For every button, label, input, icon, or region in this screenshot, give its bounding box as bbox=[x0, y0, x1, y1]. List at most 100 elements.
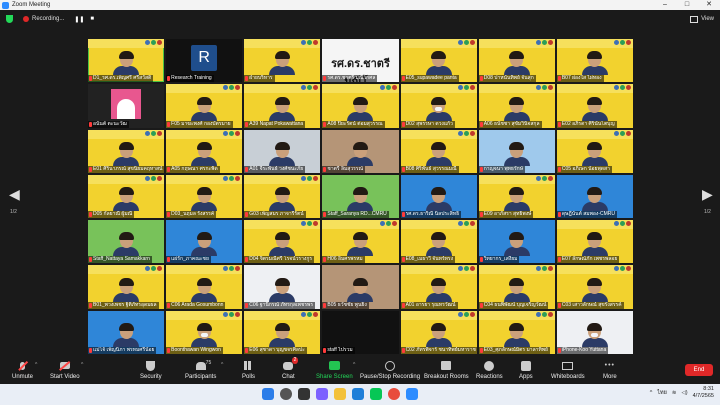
participant-tile[interactable]: staff ไปรวม bbox=[322, 310, 399, 354]
apps-button[interactable]: Apps bbox=[519, 360, 533, 380]
participant-name: A39 Napat Pokawattana bbox=[249, 120, 304, 127]
participant-tile[interactable]: D05 กัลยาณี ผู้มณี bbox=[88, 174, 165, 219]
language-indicator[interactable]: ไทย bbox=[657, 389, 667, 397]
next-page-arrow-icon[interactable]: ▶ bbox=[702, 186, 713, 203]
participant-tile[interactable]: B01_พวงเพชร ฐิติภัทรอุดมผล bbox=[88, 265, 165, 309]
participant-tile[interactable]: C04 ธนพิพัฒน์ บุญเจริญวัฒน์ bbox=[478, 265, 555, 309]
participant-tile[interactable]: D1_รศ.ดร.เพ็ญศรี ศรีสวัสดิ์ bbox=[88, 39, 165, 83]
teams-icon[interactable] bbox=[316, 388, 328, 400]
whiteboards-button[interactable]: Whiteboards bbox=[551, 360, 585, 380]
clock[interactable]: 8:31 4/7/2565 bbox=[693, 386, 714, 400]
security-button[interactable]: Security bbox=[140, 360, 162, 380]
participant-tile[interactable]: H06 อิ่มศรพรหม bbox=[322, 220, 399, 264]
video-options-caret-icon[interactable]: ^ bbox=[81, 362, 83, 368]
participant-tile[interactable]: C05 อภิเษก น้อยพุดสา bbox=[556, 129, 633, 173]
line-app-icon[interactable] bbox=[370, 388, 382, 400]
participant-tile[interactable]: แม่โจ้ เพ็ญนิภา พรหมศรีน้อย bbox=[88, 310, 165, 354]
participant-tile[interactable]: E06 สุชาดา บุญขจรศิลปะ bbox=[244, 310, 321, 354]
file-explorer-icon[interactable] bbox=[334, 388, 346, 400]
participant-tile[interactable]: B05 ธวัชชัย พูนยิ่ง bbox=[322, 265, 399, 309]
more-button[interactable]: More bbox=[603, 360, 617, 380]
share-screen-button[interactable]: Share Screen bbox=[316, 360, 353, 380]
participant-tile[interactable]: อนันต์ ตะนะวัฒ bbox=[88, 84, 165, 128]
participant-tile[interactable]: E09 อาภัสรา สุทธิพงษ์ bbox=[478, 174, 555, 219]
participant-name: Staff_Saranya RD...CMRU bbox=[327, 211, 387, 218]
participant-tile[interactable]: E08_เมธาวี จันทร์ทรง bbox=[400, 220, 477, 264]
participant-name: E08_เมธาวี จันทร์ทรง bbox=[405, 256, 454, 263]
participant-tile[interactable]: A06 ธนัชชา สุขัมวินิจสกุล bbox=[478, 84, 555, 128]
share-options-caret-icon[interactable]: ^ bbox=[353, 362, 355, 368]
participant-tile[interactable]: E03_ศุภลักษณ์มิตร มาลาทิพย์ bbox=[478, 310, 555, 354]
chrome-browser-icon[interactable] bbox=[388, 388, 400, 400]
participant-tile[interactable]: A39 Napat Pokawattana bbox=[244, 84, 321, 128]
end-meeting-button[interactable]: End bbox=[685, 364, 713, 376]
tray-chevron-icon[interactable]: ^ bbox=[650, 390, 653, 396]
participant-tile[interactable]: F05 มาฆะพงศ์ กองบัตรมาย bbox=[166, 84, 243, 128]
participant-tile[interactable]: B07 ผ่องใส ไผ่ทอง bbox=[556, 39, 633, 83]
participant-tile[interactable]: รศ.ดร.ธาริณี นิลประสิทธิ์ bbox=[400, 174, 477, 219]
previous-page-arrow-icon[interactable]: ◀ bbox=[9, 186, 20, 203]
start-menu-icon[interactable] bbox=[262, 388, 274, 400]
participant-tile[interactable]: A01 จีระพันธ์ วงศ์ชนะภัย bbox=[244, 129, 321, 173]
stop-recording-button[interactable]: ■ bbox=[90, 16, 94, 23]
volume-icon[interactable]: ◁) bbox=[682, 390, 688, 396]
participant-tile[interactable]: E05_supawadee panta bbox=[400, 39, 477, 83]
encryption-shield-icon[interactable] bbox=[6, 15, 13, 23]
minimize-button[interactable]: – bbox=[654, 0, 676, 10]
participants-button[interactable]: 75 Participants bbox=[185, 360, 216, 380]
reactions-button[interactable]: Reactions bbox=[476, 360, 503, 380]
chat-button[interactable]: 2 Chat bbox=[282, 357, 299, 380]
participant-tile[interactable]: iPhone-Koo Yuttana bbox=[556, 310, 633, 354]
participant-tile[interactable]: C03 เสาวลักษณ์ สุขรังสรรค์ bbox=[556, 265, 633, 309]
participant-tile[interactable]: C06 Arada Gosumbonn bbox=[166, 265, 243, 309]
participant-tile[interactable]: Staff_Nattaya Samakkarn bbox=[88, 220, 165, 264]
participant-name-label: D08 ปาหนันทิพย์ จันสุก bbox=[478, 75, 536, 83]
participant-tile[interactable]: C06 ฐานิกรณ์ ภัทรกุลเพชรพร bbox=[244, 265, 321, 309]
participant-tile[interactable]: D03_นฤมล รังสรรค์ bbox=[166, 174, 243, 219]
participants-options-caret-icon[interactable]: ^ bbox=[221, 362, 223, 368]
participant-tile[interactable]: E01 ศิรินาภรณ์ สุขนิยมคฤหาสน์ bbox=[88, 129, 165, 173]
participant-tile[interactable]: ดุษฎีนันต์ สมพอง-CMRU bbox=[556, 174, 633, 219]
start-video-button[interactable]: Start Video bbox=[50, 360, 80, 380]
unmute-button[interactable]: Unmute bbox=[12, 360, 33, 380]
participant-name: D05 กัลยาณี ผู้มณี bbox=[93, 211, 133, 218]
virtual-background-banner bbox=[400, 84, 477, 94]
pause-stop-recording-button[interactable]: Pause/Stop Recording bbox=[360, 360, 420, 380]
maximize-button[interactable]: □ bbox=[676, 0, 698, 10]
participant-tile[interactable]: A01 อารยา รุณทรวัฒน์ bbox=[400, 265, 477, 309]
polls-button[interactable]: Polls bbox=[242, 360, 255, 380]
participant-tile[interactable]: รศ.ดร.ชาตรี มณีโ...รศ.ดร.ชาตรี มณีโกศล bbox=[322, 39, 399, 83]
participant-tile[interactable]: D08 ปาหนันทิพย์ จันสุก bbox=[478, 39, 555, 83]
wifi-icon[interactable]: ≋ bbox=[672, 390, 677, 396]
participant-tile[interactable]: D02 สุพรรษา ดวงแก้ว bbox=[400, 84, 477, 128]
close-window-button[interactable]: ✕ bbox=[698, 0, 720, 10]
reactions-smiley-icon bbox=[483, 360, 495, 371]
pause-recording-button[interactable]: ❚❚ bbox=[74, 16, 84, 23]
participant-tile[interactable]: R Research Training bbox=[166, 39, 243, 83]
participant-tile[interactable]: Boonthawan Wingwon bbox=[166, 310, 243, 354]
breakout-rooms-button[interactable]: Breakout Rooms bbox=[424, 360, 469, 380]
muted-mic-icon bbox=[245, 166, 249, 172]
audio-options-caret-icon[interactable]: ^ bbox=[35, 362, 37, 368]
participant-tile[interactable]: C02 ภัทรพิจาร์ ชนาทิพย์มหาราช bbox=[400, 310, 477, 354]
participant-tile[interactable]: D04 จิตรมณีศรี โรจน์วรางกูร bbox=[244, 220, 321, 264]
participant-tile[interactable]: B08 ศิริพันธ์ สุวรรณมณี bbox=[400, 129, 477, 173]
view-button[interactable]: View bbox=[690, 15, 714, 23]
edge-browser-icon[interactable] bbox=[352, 388, 364, 400]
participant-tile[interactable]: วิทยากร_เสงียม bbox=[478, 220, 555, 264]
participant-tile[interactable]: กาญจนา พุทธรักษ์ bbox=[478, 129, 555, 173]
participant-tile[interactable]: A05 กฤษณา ศรกะพิด bbox=[166, 129, 243, 173]
participant-tile[interactable]: E07 ลักษณ์ภัก เพชรพลอย bbox=[556, 220, 633, 264]
zoom-app-icon[interactable] bbox=[406, 388, 418, 400]
participant-tile[interactable]: G03 เพ็ญสมร ภาจารีรัตน์ bbox=[244, 174, 321, 219]
participant-tile[interactable]: E02 อภิรดา ศิรินันโตบุญ bbox=[556, 84, 633, 128]
participant-tile[interactable]: ฝ่ายบริหาร bbox=[244, 39, 321, 83]
participant-tile[interactable]: Staff_Saranya RD...CMRU bbox=[322, 174, 399, 219]
participant-name: G03 เพ็ญสมร ภาจารีรัตน์ bbox=[249, 211, 304, 218]
participant-tile[interactable]: ชาตรี ลิ้มสุวรรณ์ bbox=[322, 129, 399, 173]
participant-tile[interactable]: แผ่รัก_ภาคณะชย bbox=[166, 220, 243, 264]
task-view-icon[interactable] bbox=[298, 388, 310, 400]
search-icon[interactable] bbox=[280, 388, 292, 400]
participant-name: C03 เสาวลักษณ์ สุขรังสรรค์ bbox=[561, 301, 622, 308]
participant-tile[interactable]: A08 ปิยะรัตน์ ต่อมสุวรรณ bbox=[322, 84, 399, 128]
